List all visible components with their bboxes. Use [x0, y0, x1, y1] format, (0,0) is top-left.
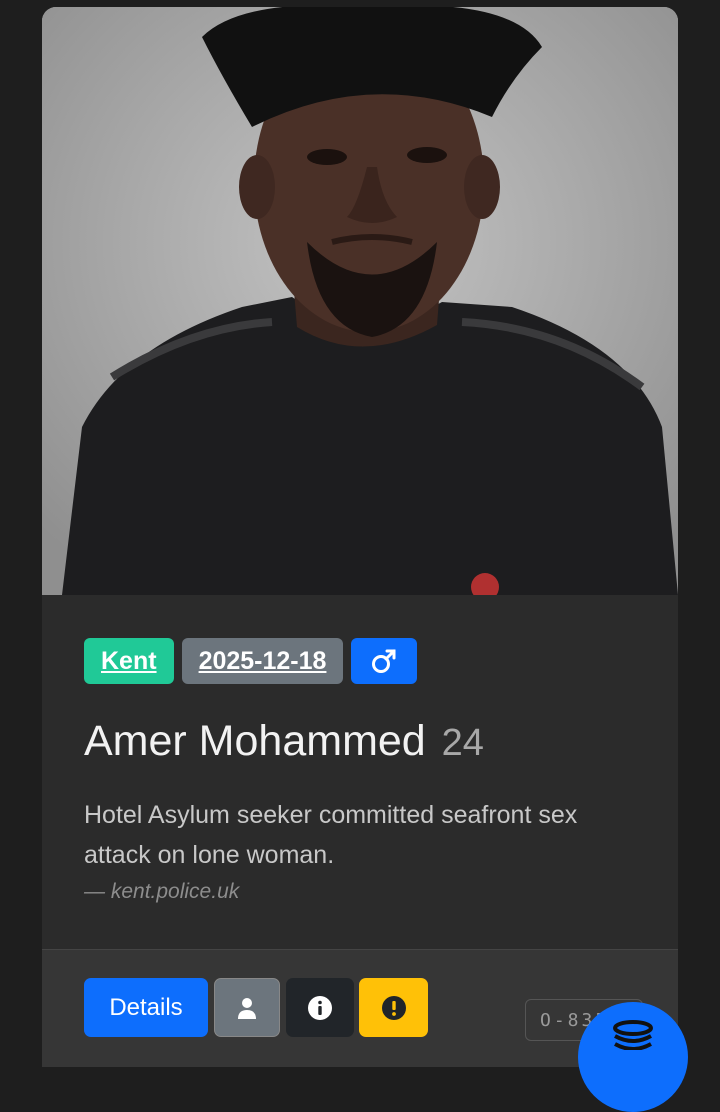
- mugshot-photo: [42, 7, 678, 595]
- profile-card: Kent 2025-12-18 Amer Mohammed 24 Hotel A…: [42, 7, 678, 1067]
- info-button[interactable]: [286, 978, 354, 1037]
- details-button[interactable]: Details: [84, 978, 208, 1037]
- person-button[interactable]: [214, 978, 280, 1037]
- age-text: 24: [441, 722, 484, 764]
- profile-name: Amer Mohammed 24: [84, 717, 484, 766]
- badge-row: Kent 2025-12-18: [84, 638, 418, 684]
- source-text: — kent.police.uk: [84, 880, 240, 903]
- gender-badge[interactable]: [351, 638, 418, 684]
- info-icon: [308, 995, 332, 1020]
- floating-action-button[interactable]: [578, 1002, 688, 1112]
- profile-description: Hotel Asylum seeker committed seafront s…: [84, 801, 578, 869]
- date-badge[interactable]: 2025-12-18: [181, 638, 344, 684]
- exclamation-icon: [381, 995, 406, 1020]
- page-margin: [0, 0, 42, 1051]
- name-text: Amer Mohammed: [84, 717, 426, 765]
- warning-button[interactable]: [359, 978, 428, 1037]
- region-badge[interactable]: Kent: [84, 638, 174, 684]
- stack-icon: [613, 1020, 653, 1050]
- person-icon: [238, 997, 256, 1019]
- profile-body: Kent 2025-12-18 Amer Mohammed 24 Hotel A…: [42, 595, 678, 949]
- male-symbol-icon: [372, 649, 396, 673]
